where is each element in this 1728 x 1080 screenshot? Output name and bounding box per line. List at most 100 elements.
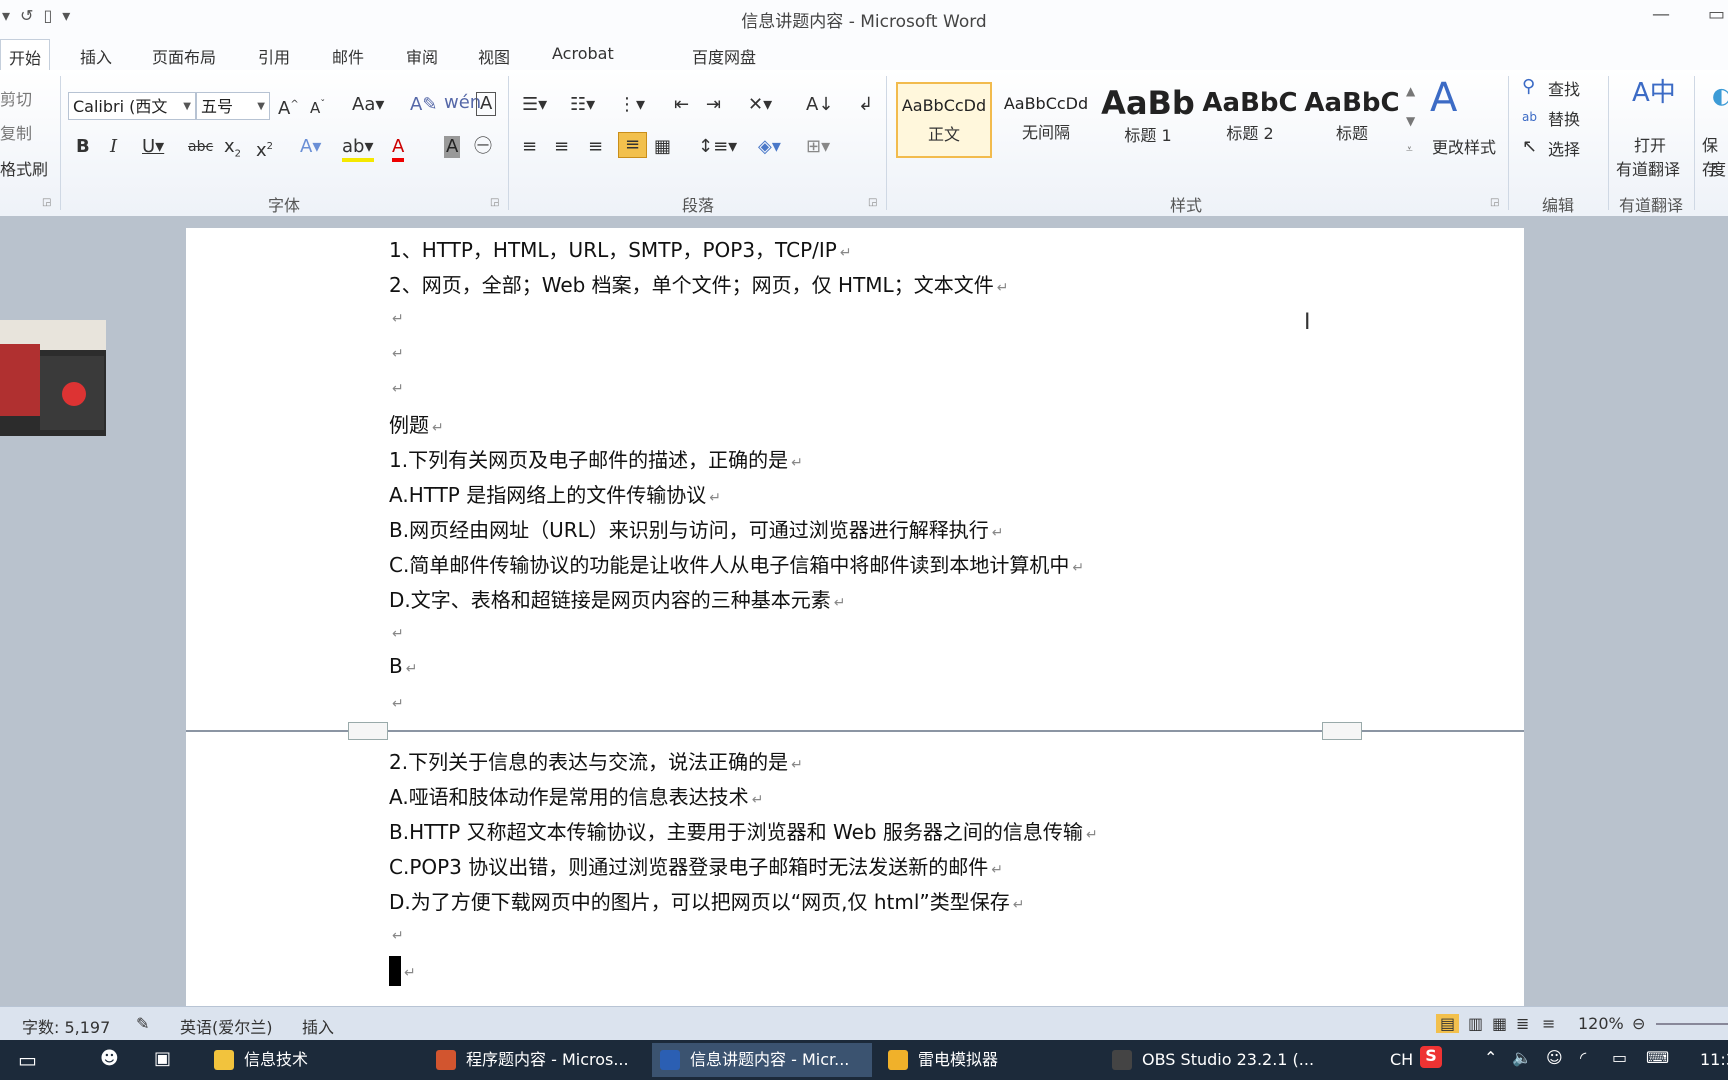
document-paragraph[interactable]: C.简单邮件传输协议的功能是让收件人从电子信箱中将邮件读到本地计算机中 ↵	[389, 549, 1084, 578]
character-shading-icon[interactable]: A	[444, 136, 461, 158]
tab-baidu-netdisk[interactable]: 百度网盘	[692, 44, 756, 68]
document-paragraph[interactable]: ↵	[389, 619, 404, 643]
keyboard-icon[interactable]: ⌨	[1646, 1048, 1669, 1067]
styles-scroll-down-icon[interactable]: ▼	[1406, 110, 1415, 132]
document-paragraph[interactable]: A.哑语和肢体动作是常用的信息表达技术 ↵	[389, 781, 763, 810]
insert-mode-indicator[interactable]: 插入	[302, 1014, 334, 1038]
justify-icon[interactable]: ≡	[618, 132, 648, 158]
document-paragraph[interactable]: ↵	[389, 921, 404, 945]
document-paragraph[interactable]: ↵	[389, 304, 404, 328]
battery-icon[interactable]: ▭	[1612, 1048, 1627, 1067]
align-center-icon[interactable]: ≡	[554, 136, 569, 158]
document-paragraph[interactable]: D.文字、表格和超链接是网页内容的三种基本元素 ↵	[389, 584, 846, 613]
qq-icon[interactable]: ☺	[1546, 1048, 1563, 1067]
word-count[interactable]: 字数: 5,197	[22, 1014, 110, 1038]
style-normal[interactable]: AaBbCcDd 正文	[896, 82, 992, 158]
tab-references[interactable]: 引用	[258, 44, 290, 68]
change-styles-icon[interactable]: A	[1430, 76, 1457, 120]
clock[interactable]: 11:3	[1700, 1050, 1728, 1069]
text-effects-icon[interactable]: A▾	[300, 136, 321, 158]
underline-icon[interactable]: U▾	[142, 136, 164, 158]
increase-indent-icon[interactable]: ⇥	[706, 94, 721, 116]
taskbar-task[interactable]: 程序题内容 - Micros...	[428, 1043, 648, 1077]
language-indicator[interactable]: 英语(爱尔兰)	[180, 1014, 273, 1038]
print-layout-icon[interactable]: ▤	[1436, 1014, 1460, 1033]
page-2[interactable]: 2.下列关于信息的表达与交流，说法正确的是 ↵ A.哑语和肢体动作是常用的信息表达技…	[186, 722, 1524, 1006]
find-button[interactable]: 查找	[1548, 76, 1580, 100]
draft-icon[interactable]: ≡	[1542, 1014, 1555, 1033]
clear-formatting-icon[interactable]: A✎	[410, 94, 437, 116]
numbering-icon[interactable]: ☷▾	[570, 94, 595, 116]
clipboard-launcher-icon[interactable]: ◲	[42, 192, 51, 214]
format-painter-button[interactable]: 格式刷	[0, 156, 48, 180]
document-paragraph[interactable]: C.POP3 协议出错，则通过浏览器登录电子邮箱时无法发送新的邮件 ↵	[389, 851, 1003, 880]
decrease-indent-icon[interactable]: ⇤	[674, 94, 689, 116]
document-paragraph[interactable]: ↵	[389, 689, 404, 713]
copy-button[interactable]: 复制	[0, 120, 32, 144]
zoom-out-icon[interactable]: ⊖	[1632, 1014, 1645, 1033]
style-heading-2[interactable]: AaBbC 标题 2	[1202, 82, 1298, 158]
app-pinned-icon[interactable]: ☻	[100, 1048, 119, 1069]
enclose-characters-icon[interactable]: ㊀	[474, 136, 492, 158]
tab-view[interactable]: 视图	[478, 44, 510, 68]
document-paragraph[interactable]: B.网页经由网址（URL）来识别与访问，可通过浏览器进行解释执行 ↵	[389, 514, 1004, 543]
tab-page-layout[interactable]: 页面布局	[152, 44, 216, 68]
taskbar-task[interactable]: 信息技术	[206, 1043, 416, 1077]
highlight-icon[interactable]: ab▾	[342, 136, 374, 162]
zoom-level[interactable]: 120%	[1578, 1014, 1624, 1033]
document-paragraph[interactable]: ↵	[389, 374, 404, 398]
font-color-icon[interactable]: A	[392, 136, 405, 162]
taskbar-task[interactable]: 雷电模拟器	[880, 1043, 1100, 1077]
sort-icon[interactable]: A↓	[806, 94, 833, 116]
document-paragraph[interactable]: 2.下列关于信息的表达与交流，说法正确的是 ↵	[389, 746, 803, 775]
document-paragraph[interactable]: A.HTTP 是指网络上的文件传输协议 ↵	[389, 479, 721, 508]
taskbar-task[interactable]: OBS Studio 23.2.1 (...	[1104, 1043, 1334, 1077]
asian-layout-icon[interactable]: ✕▾	[748, 94, 772, 116]
restore-button[interactable]: ▭	[1708, 4, 1725, 25]
sogou-input-icon[interactable]: S	[1420, 1046, 1442, 1068]
grow-font-icon[interactable]: A^	[278, 94, 299, 120]
document-paragraph[interactable]: B ↵	[389, 654, 417, 678]
font-launcher-icon[interactable]: ◲	[490, 192, 499, 214]
tab-review[interactable]: 审阅	[406, 44, 438, 68]
zoom-slider[interactable]	[1656, 1023, 1728, 1025]
ime-indicator[interactable]: CH	[1390, 1050, 1413, 1069]
style-no-spacing[interactable]: AaBbCcDd 无间隔	[998, 82, 1094, 158]
app-pinned-icon[interactable]: ▣	[154, 1048, 171, 1069]
shrink-font-icon[interactable]: Aˇ	[310, 94, 325, 119]
paragraph-launcher-icon[interactable]: ◲	[868, 192, 877, 214]
show-hidden-icons-icon[interactable]: ⌃	[1484, 1048, 1497, 1067]
tab-insert[interactable]: 插入	[80, 44, 112, 68]
youdao-open-button[interactable]: 打开	[1634, 132, 1666, 156]
line-spacing-icon[interactable]: ↕≡▾	[698, 136, 737, 158]
subscript-icon[interactable]: x2	[224, 136, 241, 166]
document-paragraph[interactable]: 1.下列有关网页及电子邮件的描述，正确的是 ↵	[389, 444, 803, 473]
change-case-icon[interactable]: Aa▾	[352, 94, 384, 116]
replace-button[interactable]: 替换	[1548, 106, 1580, 130]
network-icon[interactable]: ◜	[1580, 1048, 1586, 1067]
show-marks-icon[interactable]: ↲	[858, 94, 873, 116]
align-right-icon[interactable]: ≡	[588, 136, 603, 158]
page-1[interactable]: 1、HTTP，HTML，URL，SMTP，POP3，TCP/IP ↵ 2、网页，全部…	[186, 228, 1524, 732]
styles-launcher-icon[interactable]: ◲	[1490, 192, 1499, 214]
document-area[interactable]: 1、HTTP，HTML，URL，SMTP，POP3，TCP/IP ↵ 2、网页，全部…	[0, 216, 1728, 1006]
minimize-button[interactable]: —	[1652, 4, 1670, 25]
document-paragraph[interactable]: ↵	[389, 956, 416, 986]
cloud-save-icon[interactable]: ◐	[1712, 86, 1728, 108]
align-left-icon[interactable]: ≡	[522, 136, 537, 158]
bullets-icon[interactable]: ☰▾	[522, 94, 547, 116]
volume-icon[interactable]: 🔈	[1512, 1048, 1532, 1067]
task-view-icon[interactable]: ▭	[18, 1048, 37, 1072]
full-screen-reading-icon[interactable]: ▥	[1468, 1014, 1483, 1033]
taskbar-task[interactable]: 信息讲题内容 - Micr...	[652, 1043, 872, 1077]
font-size-combo[interactable]: 五号 ▼	[196, 92, 270, 120]
style-title[interactable]: AaBbC 标题	[1304, 82, 1400, 158]
outline-icon[interactable]: ≣	[1516, 1014, 1529, 1033]
tab-mailings[interactable]: 邮件	[332, 44, 364, 68]
styles-scroll-up-icon[interactable]: ▲	[1406, 80, 1415, 102]
superscript-icon[interactable]: x2	[256, 136, 273, 162]
document-paragraph[interactable]: 例题 ↵	[389, 409, 444, 438]
styles-more-icon[interactable]: ⩡	[1406, 138, 1413, 160]
document-paragraph[interactable]: 2、网页，全部；Web 档案，单个文件；网页，仅 HTML；文本文件 ↵	[389, 269, 1008, 298]
cut-button[interactable]: 剪切	[0, 86, 32, 110]
